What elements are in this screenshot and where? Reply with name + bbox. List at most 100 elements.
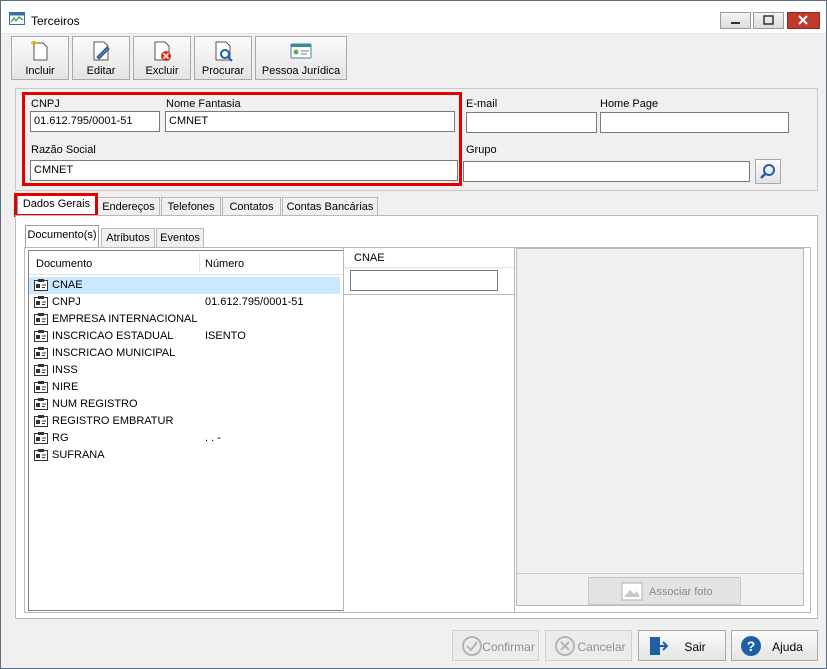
table-row[interactable]: CNAE — [29, 277, 340, 294]
document-id-icon — [34, 432, 48, 444]
associar-foto-label: Associar foto — [649, 586, 713, 598]
table-row[interactable]: INSCRICAO MUNICIPAL — [29, 345, 343, 362]
photo-divider — [517, 573, 803, 574]
documentos-panel: Documento Número CNAE CNPJ 01.612.795/0001… — [24, 247, 811, 613]
table-row[interactable]: SUFRANA — [29, 447, 343, 464]
editar-label: Editar — [86, 65, 116, 77]
document-name: EMPRESA INTERNACIONAL — [52, 313, 198, 325]
tab-contas-bancarias[interactable]: Contas Bancárias — [282, 197, 378, 216]
col-numero: Número — [205, 258, 245, 270]
table-row[interactable]: INSCRICAO ESTADUAL ISENTO — [29, 328, 343, 345]
chart-window-icon — [9, 12, 25, 25]
document-name: SUFRANA — [52, 449, 105, 461]
delete-document-icon — [154, 41, 171, 61]
cnae-divider — [344, 267, 514, 268]
document-name: INSCRICAO ESTADUAL — [52, 330, 174, 342]
associar-foto-button[interactable]: Associar foto — [588, 577, 741, 605]
highlight-box-identification — [22, 92, 462, 186]
document-name: RG — [52, 432, 69, 444]
highlight-box-tab — [14, 193, 98, 217]
tab-telefones[interactable]: Telefones — [161, 197, 221, 216]
table-row[interactable]: RG . . - — [29, 430, 343, 447]
document-id-icon — [34, 415, 48, 427]
table-row[interactable]: EMPRESA INTERNACIONAL — [29, 311, 343, 328]
terceiros-window: Terceiros Incluir Editar Excluir Procura… — [0, 0, 827, 669]
cnae-label: CNAE — [354, 252, 385, 264]
edit-document-icon — [93, 41, 110, 61]
col-documento: Documento — [36, 258, 93, 270]
home-page-field[interactable] — [600, 112, 789, 133]
document-id-icon — [34, 381, 48, 393]
cnae-panel: CNAE — [343, 248, 515, 612]
subtab-documentos[interactable]: Documento(s) — [25, 225, 99, 248]
documents-table[interactable]: Documento Número CNAE CNPJ 01.612.795/0001… — [28, 250, 344, 611]
tab-enderecos[interactable]: Endereços — [97, 197, 160, 216]
cnae-header: CNAE — [344, 248, 514, 295]
excluir-label: Excluir — [145, 65, 179, 77]
cancelar-button[interactable]: Cancelar — [545, 630, 632, 661]
close-icon — [798, 15, 808, 25]
maximize-icon — [763, 15, 774, 25]
search-document-icon — [215, 41, 233, 62]
pessoa-juridica-button[interactable]: Pessoa Jurídica — [255, 36, 347, 80]
sair-label: Sair — [684, 640, 706, 654]
grupo-search-button[interactable] — [755, 159, 781, 184]
close-button[interactable] — [787, 12, 820, 29]
cnae-input[interactable] — [350, 270, 498, 291]
table-row[interactable]: CNPJ 01.612.795/0001-51 — [29, 294, 343, 311]
email-field[interactable] — [466, 112, 597, 133]
document-id-icon — [34, 398, 48, 410]
window-title: Terceiros — [31, 14, 80, 28]
table-row[interactable]: NUM REGISTRO — [29, 396, 343, 413]
table-row[interactable]: REGISTRO EMBRATUR — [29, 413, 343, 430]
incluir-button[interactable]: Incluir — [11, 36, 69, 80]
document-name: INSCRICAO MUNICIPAL — [52, 347, 176, 359]
document-id-icon — [34, 347, 48, 359]
incluir-label: Incluir — [25, 65, 55, 77]
document-id-icon — [34, 313, 48, 325]
cancelar-label: Cancelar — [577, 640, 626, 654]
ajuda-button[interactable]: ? Ajuda — [731, 630, 818, 661]
editar-button[interactable]: Editar — [72, 36, 130, 80]
document-id-icon — [34, 449, 48, 461]
document-id-icon — [34, 330, 48, 342]
column-divider — [199, 254, 200, 272]
table-row[interactable]: INSS — [29, 362, 343, 379]
email-label: E-mail — [466, 98, 498, 110]
documents-header: Documento Número — [29, 251, 343, 275]
document-name: NIRE — [52, 381, 79, 393]
search-icon — [760, 164, 775, 179]
grupo-label: Grupo — [466, 144, 497, 156]
subtab-eventos[interactable]: Eventos — [156, 228, 204, 247]
subtab-atributos[interactable]: Atributos — [101, 228, 155, 247]
confirmar-label: Confirmar — [482, 640, 535, 654]
grupo-field[interactable] — [463, 161, 750, 182]
procurar-button[interactable]: Procurar — [194, 36, 252, 80]
document-number: ISENTO — [205, 330, 246, 342]
sair-button[interactable]: Sair — [638, 630, 726, 661]
document-number: 01.612.795/0001-51 — [205, 296, 304, 308]
new-document-icon — [31, 40, 48, 61]
excluir-button[interactable]: Excluir — [133, 36, 191, 80]
id-card-icon — [290, 43, 312, 59]
document-name: NUM REGISTRO — [52, 398, 138, 410]
confirmar-button[interactable]: Confirmar — [452, 630, 539, 661]
document-id-icon — [34, 296, 48, 308]
dados-gerais-panel: Documento(s) Atributos Eventos Documento… — [15, 215, 818, 619]
tab-contatos[interactable]: Contatos — [222, 197, 281, 216]
maximize-button[interactable] — [753, 12, 784, 29]
procurar-label: Procurar — [201, 65, 245, 77]
document-name: CNPJ — [52, 296, 81, 308]
document-number: . . - — [205, 432, 221, 444]
document-id-icon — [34, 364, 48, 376]
photo-panel: Associar foto — [516, 248, 804, 606]
minimize-icon — [731, 22, 740, 24]
document-name: INSS — [52, 364, 78, 376]
document-name: REGISTRO EMBRATUR — [52, 415, 174, 427]
table-row[interactable]: NIRE — [29, 379, 343, 396]
minimize-button[interactable] — [720, 12, 751, 29]
document-id-icon — [34, 279, 48, 291]
pessoa-juridica-label: Pessoa Jurídica — [261, 65, 341, 77]
title-bar: Terceiros — [1, 1, 826, 34]
home-page-label: Home Page — [600, 98, 659, 110]
